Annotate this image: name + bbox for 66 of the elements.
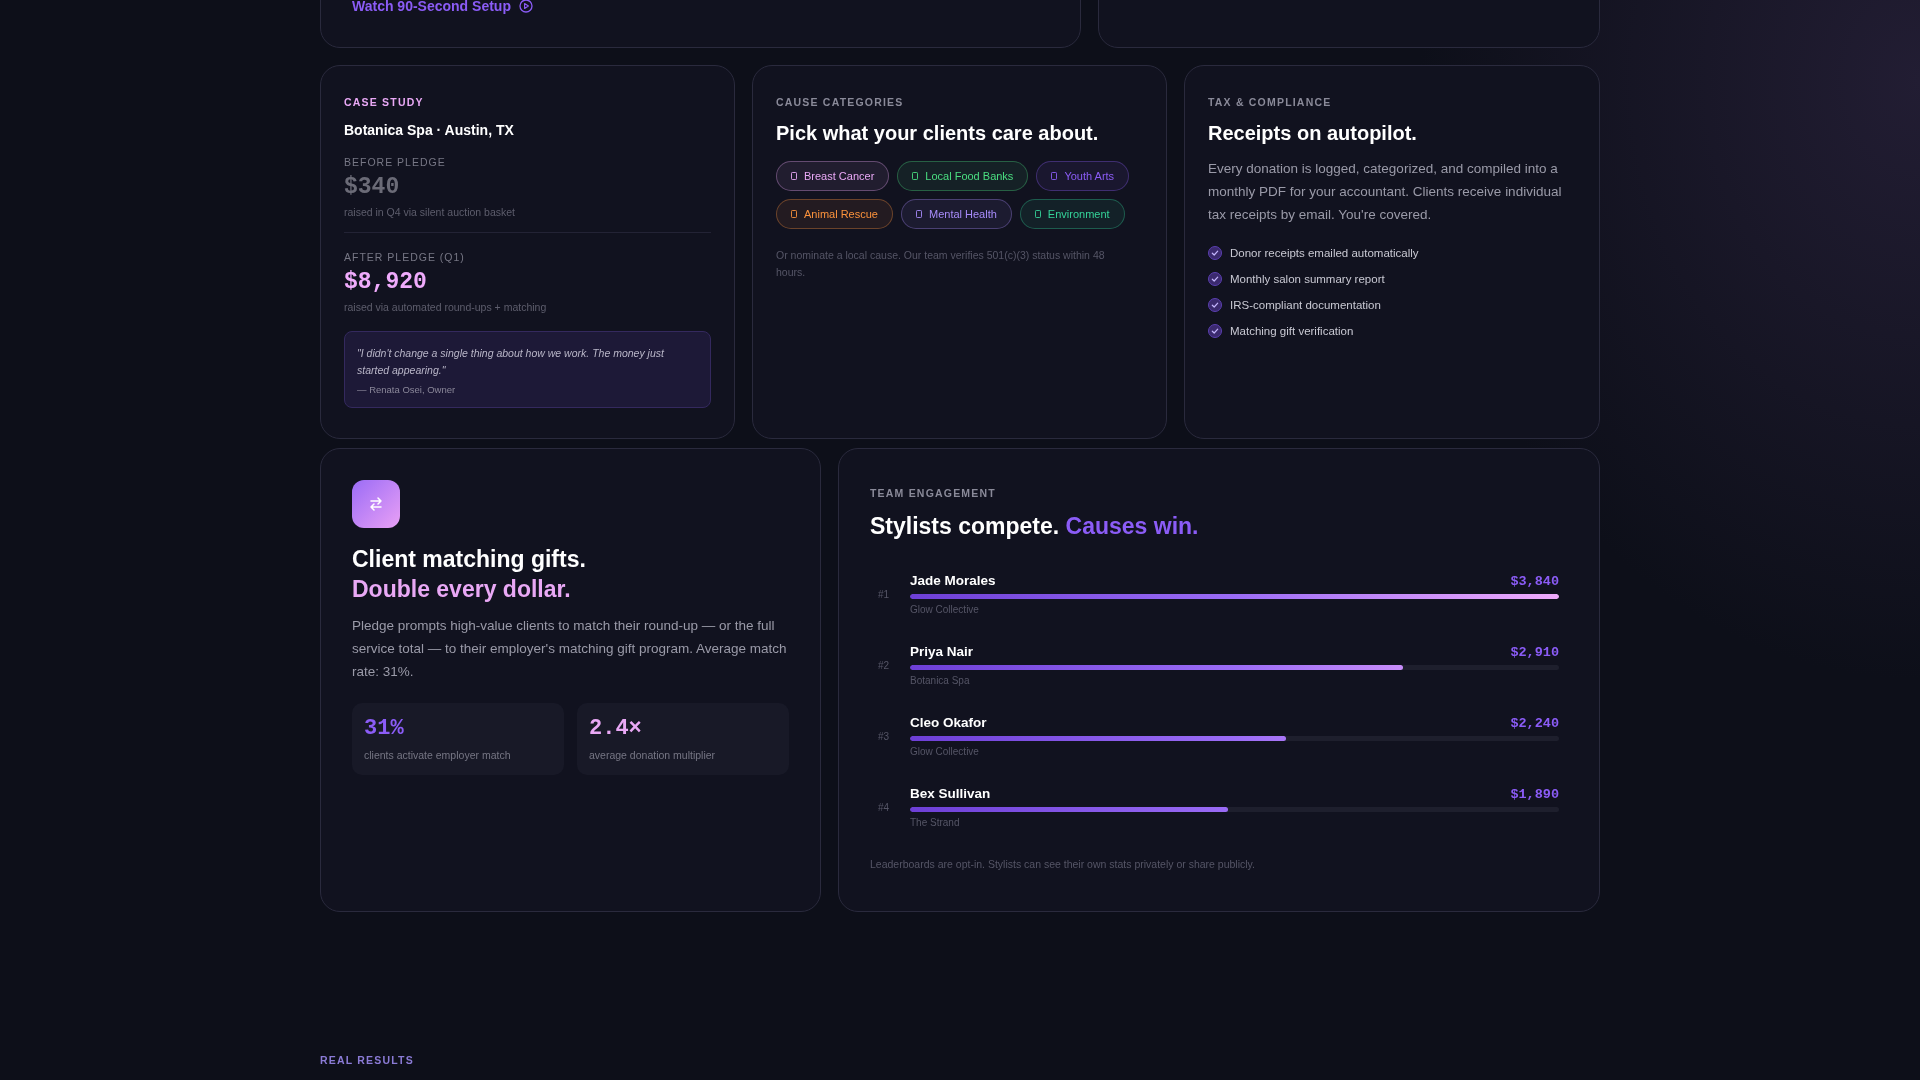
checklist-item: Donor receipts emailed automatically: [1230, 247, 1419, 259]
stat-value: 31%: [364, 716, 405, 741]
before-amount: $340: [344, 174, 401, 200]
checklist-item: Monthly salon summary report: [1230, 273, 1385, 285]
after-amount: $8,920: [344, 269, 428, 295]
after-label: AFTER PLEDGE (Q1): [344, 251, 466, 263]
stylist-name: Cleo Okafor: [910, 715, 987, 730]
check-icon: [1208, 298, 1222, 312]
check-icon: [1208, 324, 1222, 338]
square-icon: [791, 210, 797, 218]
before-label: BEFORE PLEDGE: [344, 156, 447, 168]
rank-number: #1: [878, 588, 891, 600]
check-icon: [1208, 272, 1222, 286]
salon-name: The Strand: [910, 817, 961, 828]
quote-text: "I didn't change a single thing about how we work. The money just started appearing.": [357, 346, 666, 378]
cause-tag[interactable]: Animal Rescue: [776, 199, 893, 229]
salon-name: Botanica Spa: [910, 675, 971, 686]
stat-value: 2.4×: [589, 716, 643, 741]
section-eyebrow: REAL RESULTS: [320, 1054, 415, 1066]
section-eyebrow: TAX & COMPLIANCE: [1208, 96, 1333, 108]
checklist-item: Matching gift verification: [1230, 325, 1354, 337]
cause-tag[interactable]: Breast Cancer: [776, 161, 890, 191]
check-icon: [1208, 246, 1222, 260]
square-icon: [1051, 172, 1058, 180]
stylist-name: Jade Morales: [910, 573, 996, 588]
amount-raised: $1,890: [1510, 787, 1559, 802]
card-heading: Client matching gifts.: [352, 545, 587, 574]
section-eyebrow: TEAM ENGAGEMENT: [870, 487, 997, 499]
after-caption: raised via automated round-ups + matching: [344, 301, 548, 313]
rank-number: #2: [878, 659, 891, 671]
leaderboard-note: Leaderboards are opt-in. Stylists can see their own stats privately or share publicly.: [870, 857, 1256, 872]
card-heading: Pick what your clients care about.: [776, 122, 1100, 145]
card-heading: Stylists compete. Causes win.: [870, 513, 1200, 540]
case-study-title: Botanica Spa · Austin, TX: [344, 122, 515, 138]
section-eyebrow: CASE STUDY: [344, 96, 425, 108]
exchange-icon: [352, 480, 400, 528]
stat-label: clients activate employer match: [364, 749, 512, 761]
amount-raised: $2,240: [1510, 716, 1559, 731]
cause-tag[interactable]: Youth Arts: [1036, 161, 1130, 191]
square-icon: [791, 172, 797, 180]
tax-description: Every donation is logged, categorized, and compiled into a monthly PDF for your accountant. Clients receive individual tax receipts by email. You're covered.: [1208, 160, 1563, 224]
salon-name: Glow Collective: [910, 746, 980, 757]
stylist-name: Priya Nair: [910, 644, 974, 659]
play-icon: [518, 0, 533, 13]
cause-tag[interactable]: Environment: [1019, 199, 1125, 229]
salon-name: Glow Collective: [910, 604, 980, 615]
matching-description: Pledge prompts high-value clients to match their round-up — or the full service total — to their employer's matching gift program. Average match rate: 31%.: [352, 617, 788, 681]
stylist-name: Bex Sullivan: [910, 786, 991, 801]
section-eyebrow: CAUSE CATEGORIES: [776, 96, 905, 108]
square-icon: [916, 210, 922, 218]
rank-number: #3: [878, 730, 891, 742]
square-icon: [912, 172, 919, 180]
before-caption: raised in Q4 via silent auction basket: [344, 206, 516, 218]
stat-label: average donation multiplier: [589, 749, 717, 761]
cause-tag[interactable]: Local Food Banks: [897, 161, 1029, 191]
amount-raised: $2,910: [1510, 645, 1559, 660]
cause-tag[interactable]: Mental Health: [901, 199, 1012, 229]
amount-raised: $3,840: [1510, 574, 1559, 589]
watch-setup-link[interactable]: Watch 90-Second Setup: [352, 0, 533, 14]
square-icon: [1034, 210, 1041, 218]
cause-note: Or nominate a local cause. Our team verifies 501(c)(3) status within 48 hours.: [776, 248, 1106, 280]
checklist-item: IRS-compliant documentation: [1230, 299, 1381, 311]
quote-attribution: — Renata Osei, Owner: [357, 384, 457, 395]
card-subheading: Double every dollar.: [352, 575, 572, 604]
card-heading: Receipts on autopilot.: [1208, 122, 1418, 145]
rank-number: #4: [878, 801, 891, 813]
